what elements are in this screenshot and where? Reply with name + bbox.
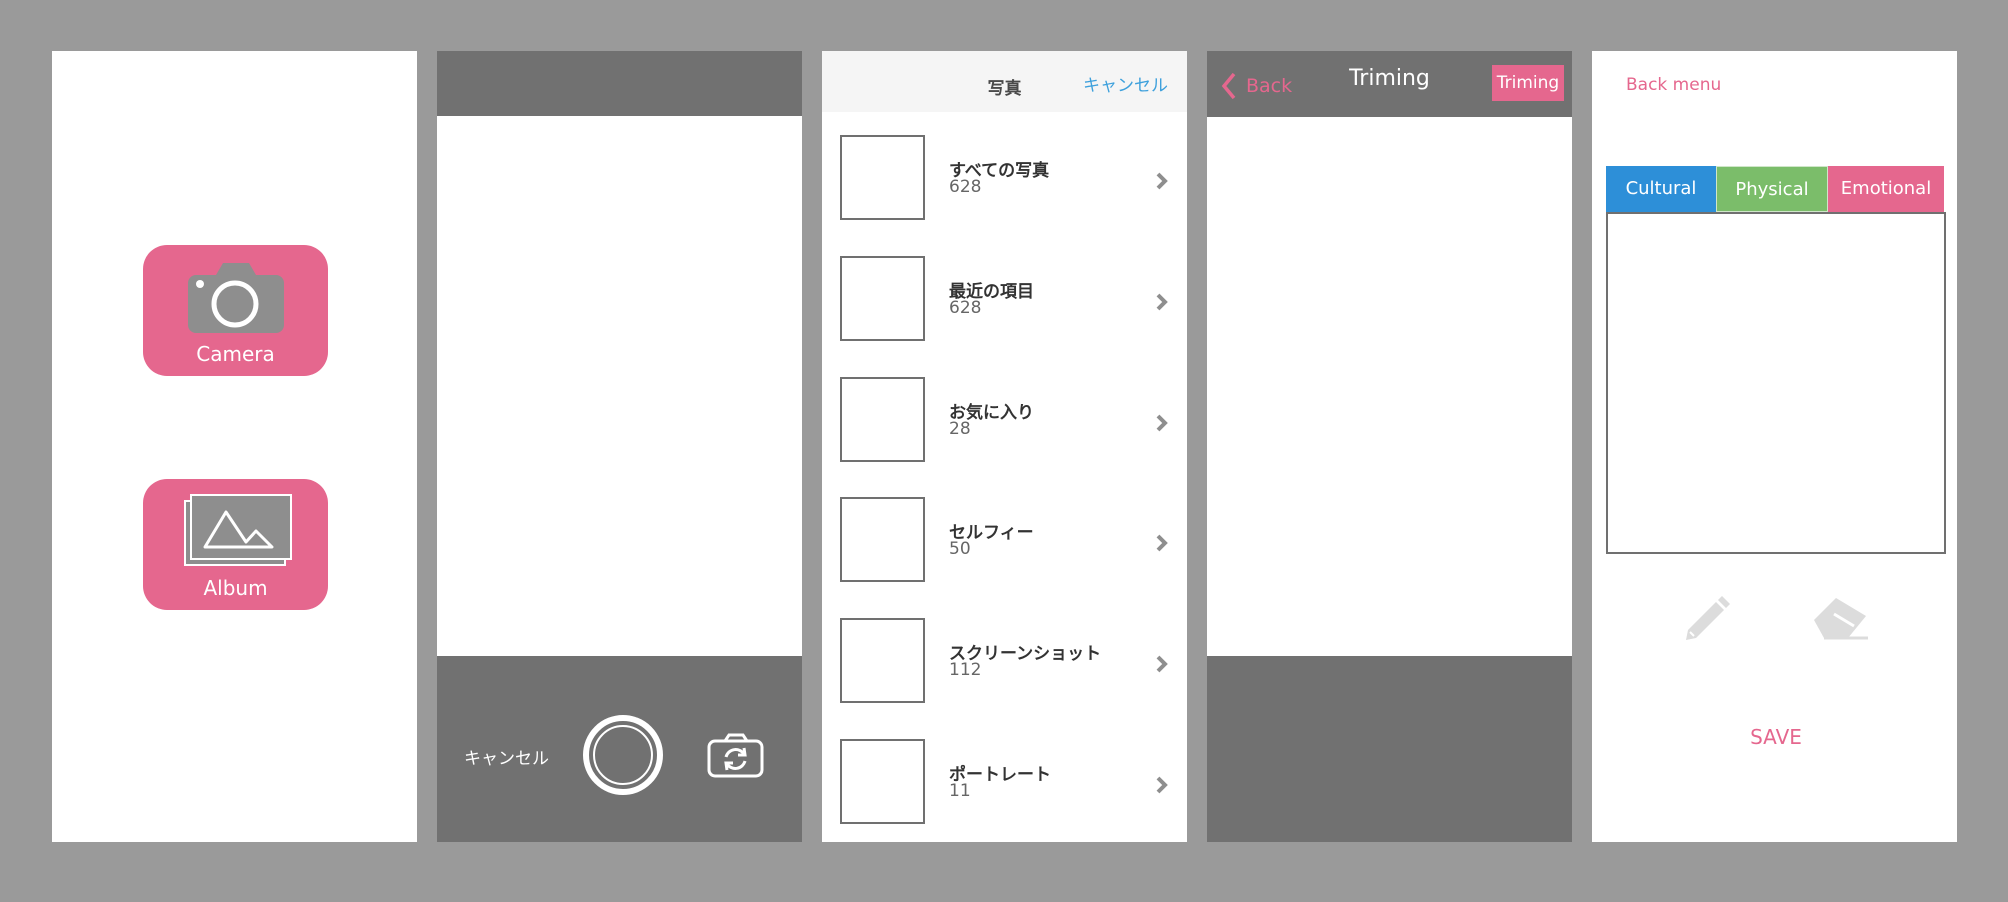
trim-button[interactable]: Triming [1492,65,1564,101]
chevron-right-icon [1156,534,1168,552]
trim-bottom-bar [1207,656,1572,842]
list-item[interactable]: ポートレート 11 [822,739,1187,842]
drawing-canvas[interactable] [1606,212,1946,554]
tab-physical[interactable]: Physical [1716,166,1828,212]
chevron-right-icon [1156,172,1168,190]
camera-screen: キャンセル [437,51,802,842]
album-count: 628 [949,177,982,197]
tab-emotional[interactable]: Emotional [1828,166,1944,212]
album-count: 11 [949,781,971,801]
camera-button-label: Camera [196,342,275,366]
camera-top-bar [437,51,802,116]
list-item[interactable]: スクリーンショット 112 [822,618,1187,739]
picker-cancel-button[interactable]: キャンセル [1083,71,1168,96]
album-thumbnail [840,497,925,582]
album-thumbnail [840,135,925,220]
list-item[interactable]: 最近の項目 628 [822,256,1187,377]
chevron-right-icon [1156,655,1168,673]
album-thumbnail [840,377,925,462]
chevron-right-icon [1156,776,1168,794]
list-item[interactable]: お気に入り 28 [822,377,1187,498]
album-thumbnail [840,739,925,824]
chevron-right-icon [1156,414,1168,432]
album-thumbnail [840,256,925,341]
editor-screen: Back menu Cultural Physical Emotional SA… [1592,51,1957,842]
album-count: 28 [949,419,971,439]
eraser-icon[interactable] [1810,590,1870,642]
save-button[interactable]: SAVE [1592,725,1957,749]
album-count: 112 [949,660,982,680]
picker-header: 写真 キャンセル [822,51,1187,112]
album-button[interactable]: Album [143,479,328,610]
camera-cancel-button[interactable]: キャンセル [464,744,549,769]
tab-cultural[interactable]: Cultural [1606,166,1716,212]
trim-top-bar: Back Triming Triming [1207,51,1572,117]
album-count: 628 [949,298,982,318]
back-menu-link[interactable]: Back menu [1626,75,1721,95]
switch-camera-icon[interactable] [707,733,765,779]
list-item[interactable]: すべての写真 628 [822,135,1187,256]
shutter-button-icon[interactable] [583,715,663,795]
trim-screen: Back Triming Triming [1207,51,1572,842]
chevron-right-icon [1156,293,1168,311]
pencil-icon[interactable] [1680,590,1734,644]
list-item[interactable]: セルフィー 50 [822,497,1187,618]
album-button-label: Album [203,576,268,600]
album-thumbnail [840,618,925,703]
album-picker-screen: 写真 キャンセル すべての写真 628 最近の項目 628 お気に入り 28 セ… [822,51,1187,842]
camera-button[interactable]: Camera [143,245,328,376]
home-screen: Camera Album [52,51,417,842]
album-count: 50 [949,539,971,559]
